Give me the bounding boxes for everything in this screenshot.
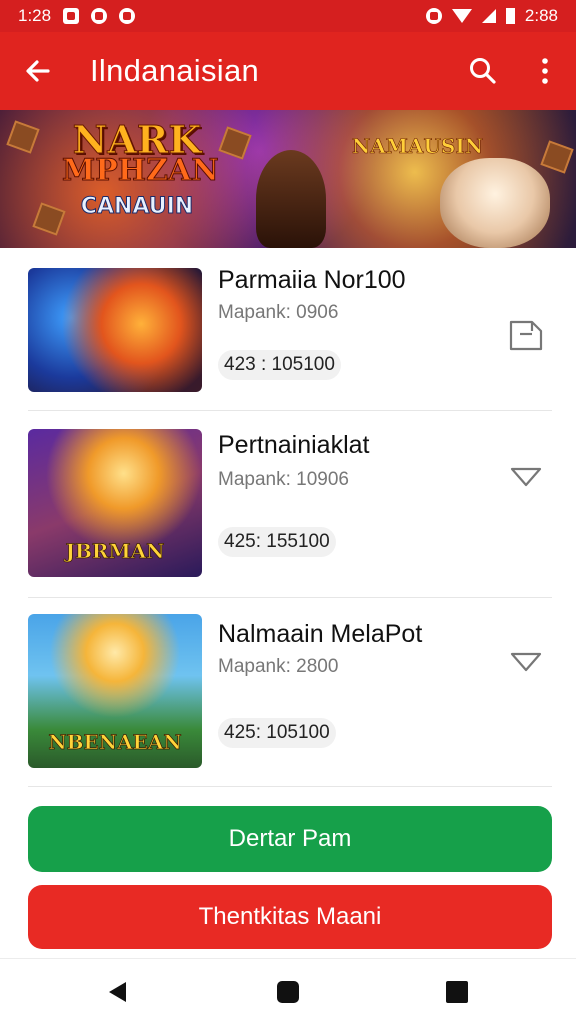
nav-home-button[interactable]: [273, 977, 303, 1007]
signal-icon: [481, 9, 496, 23]
overflow-menu-button[interactable]: [514, 32, 576, 110]
item-subtitle: Mapank: 2800: [218, 656, 339, 677]
item-thumbnail[interactable]: JBRMAN: [28, 429, 202, 577]
item-title: Parmaiia Nor100: [218, 266, 406, 294]
back-button[interactable]: [0, 32, 76, 110]
list-item[interactable]: Parmaiia Nor100 Mapank: 0906 423 : 10510…: [0, 248, 576, 410]
chevron-down-icon: [510, 467, 542, 487]
page-title: Ilndanaisian: [90, 53, 260, 88]
list-item[interactable]: NBENAEAN Nalmaain MelaPot Mapank: 2800 4…: [0, 598, 576, 786]
decor-cube: [32, 202, 66, 236]
item-price: 425: 155100: [218, 527, 336, 557]
more-vertical-icon: [542, 58, 548, 84]
wifi-icon: [451, 9, 472, 23]
back-triangle-icon: [109, 982, 126, 1002]
status-bar: 1:28 2:88: [0, 0, 576, 32]
nav-back-button[interactable]: [102, 977, 132, 1007]
notification-icon: [119, 8, 136, 24]
secondary-button[interactable]: Thentkitas Maani: [28, 885, 552, 949]
expand-button[interactable]: [500, 451, 552, 503]
status-time: 1:28: [18, 6, 52, 25]
hero-figure: [256, 150, 326, 248]
nav-recents-button[interactable]: [442, 977, 472, 1007]
item-thumbnail[interactable]: [28, 268, 202, 392]
banner-tagline: NAMAUSIN: [352, 134, 484, 159]
item-subtitle: Mapank: 10906: [218, 469, 349, 490]
item-subtitle: Mapank: 0906: [218, 302, 339, 323]
item-price: 425: 105100: [218, 718, 336, 748]
expand-button[interactable]: [500, 636, 552, 688]
primary-button[interactable]: Dertar Pam: [28, 806, 552, 872]
recents-icon: [446, 981, 468, 1003]
banner-logo: NARK MPHZAN CANAUIN: [62, 117, 220, 220]
search-icon: [470, 58, 496, 84]
notification-icon: [63, 8, 80, 24]
status-clock: 2:88: [524, 6, 558, 25]
decor-cube: [540, 140, 574, 174]
hero-figure: [440, 158, 550, 248]
promo-banner[interactable]: NARK MPHZAN CANAUIN NAMAUSIN: [0, 110, 576, 248]
bookmark-button[interactable]: [500, 308, 552, 360]
search-button[interactable]: [452, 32, 514, 110]
arrow-left-icon: [26, 60, 50, 82]
home-icon: [277, 981, 299, 1003]
system-nav-bar: [0, 958, 576, 1024]
notification-icon: [91, 8, 108, 24]
item-title: Pertnainiaklat: [218, 431, 370, 459]
divider: [28, 786, 552, 787]
item-price: 423 : 105100: [218, 350, 341, 380]
battery-icon: [505, 8, 515, 24]
decor-cube: [218, 126, 252, 160]
decor-cube: [6, 120, 40, 154]
chevron-down-icon: [510, 652, 542, 672]
alarm-icon: [425, 8, 442, 24]
list-item[interactable]: JBRMAN Pertnainiaklat Mapank: 10906 425:…: [0, 411, 576, 597]
item-thumbnail[interactable]: NBENAEAN: [28, 614, 202, 768]
app-bar: Ilndanaisian: [0, 32, 576, 110]
bookmark-icon: [509, 320, 543, 351]
item-title: Nalmaain MelaPot: [218, 620, 423, 648]
